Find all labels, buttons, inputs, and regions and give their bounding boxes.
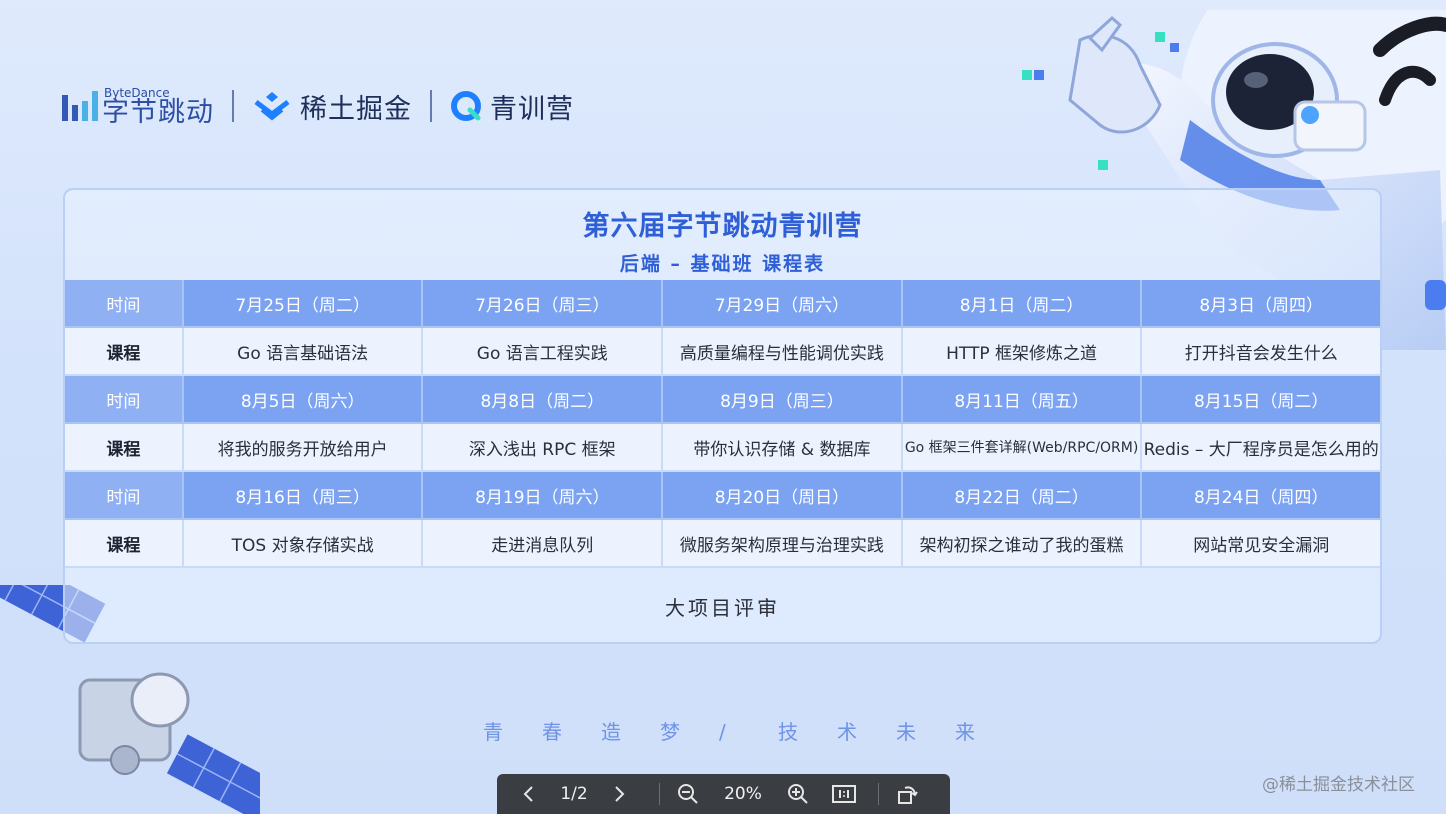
course-cell: 深入浅出 RPC 框架 <box>423 424 664 472</box>
zoom-out-button[interactable] <box>668 774 708 814</box>
actual-size-button[interactable] <box>818 774 870 814</box>
date-cell: 7月26日（周三） <box>423 280 664 328</box>
prev-page-button[interactable] <box>497 774 561 814</box>
course-row: 课程 将我的服务开放给用户 深入浅出 RPC 框架 带你认识存储 & 数据库 G… <box>65 424 1380 472</box>
time-label: 时间 <box>65 280 184 328</box>
qingxunying-logo: 青训营 <box>450 87 574 126</box>
slogan-char: 春 <box>542 720 562 744</box>
schedule-title: 第六届字节跳动青训营 <box>582 211 863 242</box>
qingxunying-text: 青训营 <box>490 93 574 125</box>
logo-divider <box>430 90 432 122</box>
course-label: 课程 <box>65 520 184 568</box>
course-cell: Redis – 大厂程序员是怎么用的 <box>1142 424 1380 472</box>
course-label: 课程 <box>65 328 184 376</box>
logo-divider <box>232 90 234 122</box>
zoom-level: 20% <box>724 784 762 804</box>
course-cell: Go 语言工程实践 <box>423 328 664 376</box>
time-row: 时间 7月25日（周二） 7月26日（周三） 7月29日（周六） 8月1日（周二… <box>65 280 1380 328</box>
zoom-out-icon <box>678 784 698 804</box>
juejin-logo: 稀土掘金 <box>252 87 412 126</box>
slogan-char: 术 <box>837 720 857 744</box>
date-cell: 7月29日（周六） <box>663 280 903 328</box>
time-row: 时间 8月5日（周六） 8月8日（周二） 8月9日（周三） 8月11日（周五） … <box>65 376 1380 424</box>
course-cell: 网站常见安全漏洞 <box>1142 520 1380 568</box>
course-row: 课程 Go 语言基础语法 Go 语言工程实践 高质量编程与性能调优实践 HTTP… <box>65 328 1380 376</box>
course-cell: 走进消息队列 <box>423 520 664 568</box>
slogan: 青 春 造 梦 / 技 术 未 来 <box>483 716 1014 745</box>
zoom-in-icon <box>788 784 808 804</box>
one-to-one-icon <box>832 785 856 803</box>
date-cell: 8月11日（周五） <box>902 376 1143 424</box>
slogan-char: 梦 <box>660 720 680 744</box>
chevron-left-icon <box>523 786 533 802</box>
viewer-toolbar: 1/2 20% <box>497 774 950 814</box>
time-label: 时间 <box>65 376 184 424</box>
date-cell: 8月16日（周三） <box>183 472 424 520</box>
next-page-button[interactable] <box>587 774 651 814</box>
rotate-button[interactable] <box>887 774 927 814</box>
page-indicator: 1/2 <box>560 784 588 804</box>
course-cell: 将我的服务开放给用户 <box>183 424 424 472</box>
date-cell: 8月24日（周四） <box>1142 472 1380 520</box>
logo-bar: ByteDance 字节跳动 稀土掘金 青训营 <box>62 82 574 130</box>
qingxunying-ring-icon <box>451 91 481 121</box>
date-cell: 8月1日（周二） <box>902 280 1143 328</box>
schedule-card: 第六届字节跳动青训营 后端 – 基础班 课程表 时间 7月25日（周二） 7月2… <box>63 188 1382 644</box>
course-cell: 高质量编程与性能调优实践 <box>663 328 903 376</box>
time-row: 时间 8月16日（周三） 8月19日（周六） 8月20日（周日） 8月22日（周… <box>65 472 1380 520</box>
course-cell: TOS 对象存储实战 <box>183 520 424 568</box>
bytedance-bars-icon <box>62 91 98 121</box>
bytedance-cn-text: 字节跳动 <box>102 96 214 128</box>
chevron-right-icon <box>615 786 625 802</box>
date-cell: 7月25日（周二） <box>183 280 424 328</box>
course-cell: Go 框架三件套详解(Web/RPC/ORM) <box>902 424 1143 472</box>
zoom-in-button[interactable] <box>778 774 818 814</box>
slogan-char: 青 <box>483 720 503 744</box>
time-label: 时间 <box>65 472 184 520</box>
date-cell: 8月9日（周三） <box>663 376 903 424</box>
date-cell: 8月8日（周二） <box>423 376 664 424</box>
image-viewer-stage: ByteDance 字节跳动 稀土掘金 青训营 第六届字节跳动青训营 后端 – … <box>0 0 1446 814</box>
toolbar-divider <box>659 783 660 805</box>
toolbar-divider <box>878 783 879 805</box>
course-cell: 微服务架构原理与治理实践 <box>663 520 903 568</box>
course-label: 课程 <box>65 424 184 472</box>
bytedance-logo: ByteDance 字节跳动 <box>62 87 214 126</box>
slogan-char: 造 <box>601 720 621 744</box>
date-cell: 8月22日（周二） <box>902 472 1143 520</box>
schedule-header: 第六届字节跳动青训营 后端 – 基础班 课程表 <box>65 190 1380 280</box>
course-row: 课程 TOS 对象存储实战 走进消息队列 微服务架构原理与治理实践 架构初探之谁… <box>65 520 1380 568</box>
course-cell: 打开抖音会发生什么 <box>1142 328 1380 376</box>
final-project-review: 大项目评审 <box>665 595 780 620</box>
date-cell: 8月3日（周四） <box>1142 280 1380 328</box>
rotate-icon <box>898 786 918 804</box>
slogan-char: 技 <box>778 720 798 744</box>
course-cell: HTTP 框架修炼之道 <box>902 328 1143 376</box>
site-watermark: @稀土掘金技术社区 <box>1262 775 1415 795</box>
course-cell: Go 语言基础语法 <box>183 328 424 376</box>
course-cell: 架构初探之谁动了我的蛋糕 <box>902 520 1143 568</box>
slogan-char: 来 <box>955 720 975 744</box>
date-cell: 8月19日（周六） <box>423 472 664 520</box>
juejin-text: 稀土掘金 <box>300 93 412 125</box>
slogan-char: / <box>719 720 726 744</box>
juejin-chevron-icon <box>254 92 290 121</box>
date-cell: 8月20日（周日） <box>663 472 903 520</box>
slogan-char: 未 <box>896 720 916 744</box>
date-cell: 8月15日（周二） <box>1142 376 1380 424</box>
schedule-subtitle: 后端 – 基础班 课程表 <box>619 253 826 275</box>
date-cell: 8月5日（周六） <box>183 376 424 424</box>
course-cell: 带你认识存储 & 数据库 <box>663 424 903 472</box>
